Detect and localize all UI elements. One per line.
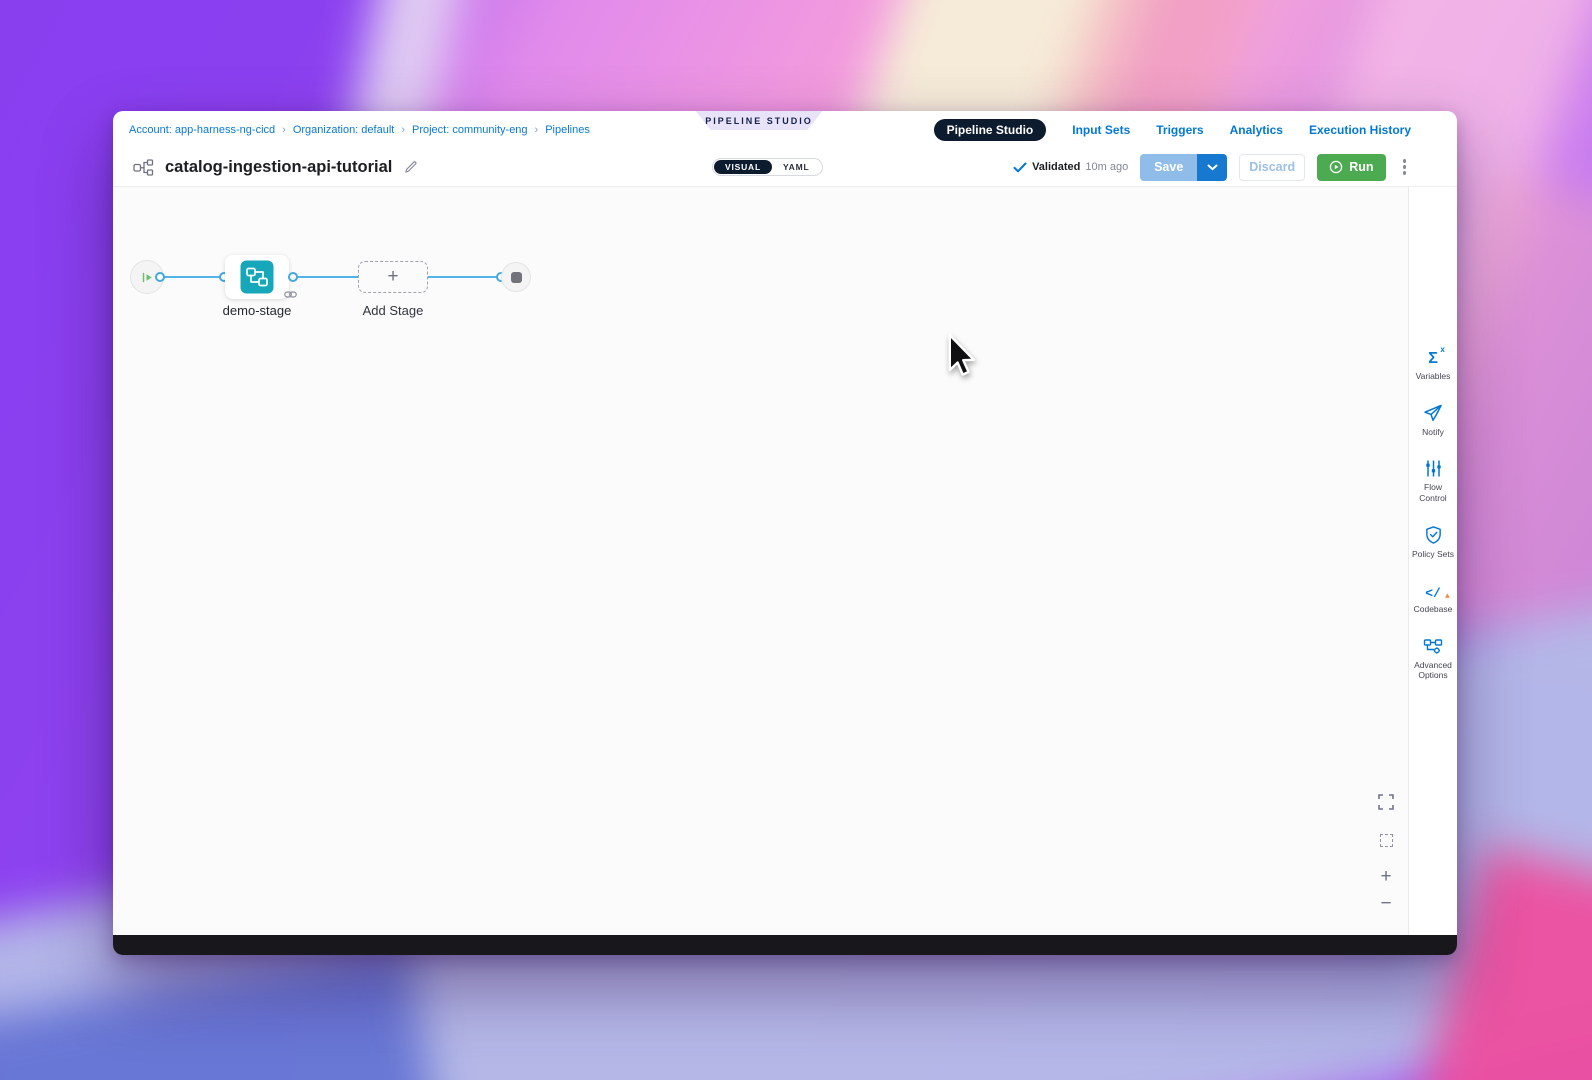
pipeline-studio-window: Account: app-harness-ng-cicd › Organizat… (113, 111, 1457, 955)
rail-label: Codebase (1412, 604, 1455, 615)
toggle-yaml[interactable]: YAML (772, 160, 821, 174)
breadcrumb-project[interactable]: Project: community-eng (412, 124, 528, 136)
edit-pencil-icon[interactable] (404, 160, 418, 174)
validated-label: Validated (1032, 161, 1080, 173)
window-header: Account: app-harness-ng-cicd › Organizat… (113, 111, 1457, 148)
toggle-visual[interactable]: VISUAL (714, 160, 772, 174)
code-icon: </▲ (1425, 580, 1441, 600)
validated-time: 10m ago (1085, 161, 1128, 173)
breadcrumb-organization[interactable]: Organization: default (293, 124, 395, 136)
stage-link-icon (284, 290, 297, 299)
chevron-right-icon: › (535, 124, 539, 136)
studio-body: + demo-stage Add Stage + − (113, 187, 1457, 935)
connector-dot (155, 272, 165, 282)
pipeline-end-node[interactable] (501, 262, 531, 292)
tab-execution-history[interactable]: Execution History (1309, 123, 1411, 137)
pipeline-graph-icon (133, 159, 155, 176)
shield-check-icon (1424, 525, 1443, 545)
breadcrumb-pipelines[interactable]: Pipelines (545, 124, 590, 136)
custom-stage-icon (240, 260, 274, 294)
add-stage-button[interactable]: + (358, 261, 428, 293)
stage-label: demo-stage (197, 303, 317, 318)
studio-nav-tabs: Pipeline Studio Input Sets Triggers Anal… (934, 119, 1411, 141)
plus-icon: + (387, 267, 398, 286)
stage-node-demo-stage[interactable] (225, 255, 289, 299)
rail-label: Flow Control (1409, 482, 1457, 503)
start-play-icon (141, 271, 154, 284)
sigma-variables-icon: Σx (1428, 347, 1438, 367)
connector-edge (293, 276, 358, 278)
pipeline-toolbar: catalog-ingestion-api-tutorial VISUAL YA… (113, 148, 1457, 187)
connector-dot (288, 272, 298, 282)
canvas-fit-icon[interactable] (1380, 834, 1393, 847)
discard-button[interactable]: Discard (1239, 154, 1305, 181)
chevron-down-icon (1207, 164, 1218, 171)
save-split-button: Save (1140, 154, 1227, 181)
fullscreen-expand-icon[interactable] (1378, 794, 1394, 810)
zoom-out-button[interactable]: − (1380, 894, 1391, 913)
mouse-cursor (946, 334, 980, 382)
pipeline-canvas: + demo-stage Add Stage + − (113, 187, 1408, 935)
rail-item-flow-control[interactable]: Flow Control (1409, 458, 1457, 503)
tab-analytics[interactable]: Analytics (1230, 123, 1283, 137)
add-stage-label: Add Stage (333, 303, 453, 318)
rail-label: Advanced Options (1409, 660, 1457, 681)
run-button[interactable]: Run (1317, 154, 1385, 181)
rail-item-advanced-options[interactable]: Advanced Options (1409, 636, 1457, 681)
check-icon (1013, 162, 1027, 173)
validation-status[interactable]: Validated 10m ago (1013, 161, 1128, 173)
chevron-right-icon: › (401, 124, 405, 136)
rail-item-codebase[interactable]: </▲ Codebase (1409, 580, 1457, 615)
save-button[interactable]: Save (1140, 154, 1197, 181)
zoom-in-button[interactable]: + (1380, 867, 1391, 886)
flame-icon: ▲ (1445, 593, 1450, 601)
connector-edge (428, 276, 500, 278)
connector-edge (160, 276, 224, 278)
rail-item-variables[interactable]: Σx Variables (1409, 347, 1457, 382)
chevron-right-icon: › (282, 124, 286, 136)
breadcrumb-account[interactable]: Account: app-harness-ng-cicd (129, 124, 275, 136)
visual-yaml-toggle: VISUAL YAML (712, 158, 823, 176)
tab-pipeline-studio[interactable]: Pipeline Studio (934, 119, 1047, 141)
more-options-kebab-icon[interactable] (1398, 155, 1412, 179)
tab-input-sets[interactable]: Input Sets (1072, 123, 1130, 137)
rail-item-policy-sets[interactable]: Policy Sets (1409, 525, 1457, 560)
save-options-button[interactable] (1197, 154, 1227, 181)
run-label: Run (1349, 160, 1373, 174)
rail-label: Variables (1414, 371, 1453, 382)
flowchart-gear-icon (1423, 636, 1443, 656)
rail-label: Notify (1420, 427, 1446, 438)
stop-square-icon (511, 272, 522, 283)
sliders-icon (1424, 458, 1443, 478)
canvas-controls: + − (1378, 794, 1394, 913)
toolbar-actions: Validated 10m ago Save Discard Run (1013, 154, 1411, 181)
studio-right-rail: Σx Variables Notify (1408, 187, 1457, 935)
pipeline-title: catalog-ingestion-api-tutorial (165, 158, 392, 177)
tab-triggers[interactable]: Triggers (1156, 123, 1203, 137)
breadcrumb: Account: app-harness-ng-cicd › Organizat… (129, 124, 590, 136)
run-play-icon (1329, 160, 1343, 174)
rail-label: Policy Sets (1410, 549, 1456, 560)
window-bottom-bar (113, 935, 1457, 955)
paper-plane-icon (1423, 403, 1443, 423)
rail-item-notify[interactable]: Notify (1409, 403, 1457, 438)
pipeline-studio-banner: PIPELINE STUDIO (690, 111, 828, 130)
